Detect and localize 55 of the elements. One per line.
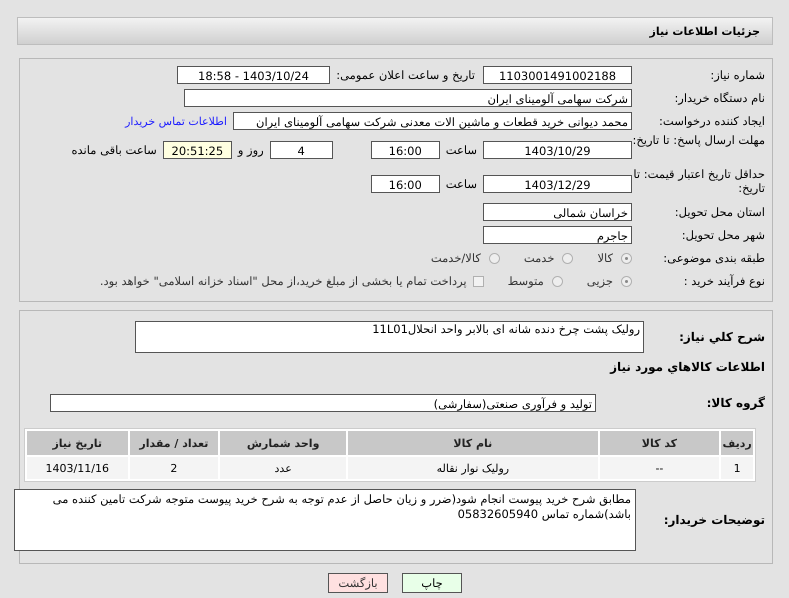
field-label: ایجاد کننده درخواست: [658, 114, 766, 128]
category-radio[interactable]: کالا [597, 251, 632, 265]
buyer-contact-link[interactable]: اطلاعات تماس خریدار [125, 114, 227, 128]
field-label: شهر محل تحویل: [680, 228, 766, 242]
field-label: گروه کالا: [706, 396, 766, 410]
table-cell: 1403/11/16 [27, 457, 128, 479]
page-title: جزئیات اطلاعات نیاز [650, 24, 760, 38]
date-field: 1403/12/29 [483, 174, 632, 192]
days-field: 4 [270, 140, 333, 158]
table-cell: -- [600, 457, 720, 479]
table-cell: عدد [220, 457, 346, 479]
print-button[interactable]: چاپ [402, 573, 462, 593]
announce-date-field: 1403/10/24 - 18:58 [177, 66, 330, 84]
buyer-field: شرکت سهامی آلومینای ایران [184, 89, 632, 107]
days-label: روز و [236, 142, 265, 156]
buyer-notes-field: مطابق شرح خرید پیوست انجام شود(ضرر و زیان حاصل از عدم توجه به شرح خرید پیوست متوجه شرکت تامین کننده می باشد)شماره تماس 05832605940 [14, 489, 636, 551]
field-label: نوع فرآیند خرید : [682, 274, 766, 288]
creator-field: محمد دیوانی خرید قطعات و ماشین الات معدنی شرکت سهامی آلومینای ایران [233, 112, 632, 130]
city-field: جاجرم [483, 226, 632, 244]
column-header: کد کالا [600, 431, 720, 455]
section-title: اطلاعات کالاهاي مورد نياز [608, 359, 766, 376]
time-label: ساعت [444, 176, 478, 190]
field-label: طبقه بندی موضوعی: [662, 251, 766, 265]
time-field: 16:00 [370, 174, 440, 192]
remaining-label: ساعت باقی مانده [70, 142, 158, 156]
table-cell: 1 [721, 457, 753, 479]
field-label: حداقل تاریخ اعتبار قیمت: تا تاریخ: [632, 167, 766, 195]
field-label: مهلت ارسال پاسخ: تا تاریخ: [632, 133, 766, 147]
table-cell: رولیک نوار نقاله [348, 457, 598, 479]
field-label: نام دستگاه خریدار: [673, 91, 766, 105]
need-number-field: 1103001491002188 [483, 66, 632, 84]
field-label: توضیحات خریدار: [662, 513, 766, 527]
process-radio[interactable]: متوسط [508, 274, 563, 288]
description-field: رولیک پشت چرخ دنده شانه ای بالابر واحد انحلال11L01 [135, 321, 644, 353]
time-label: ساعت [444, 142, 478, 156]
column-header: تاریخ نیاز [27, 431, 128, 455]
column-header: ردیف [721, 431, 753, 455]
province-field: خراسان شمالی [483, 203, 632, 221]
category-radio[interactable]: کالا/خدمت [430, 251, 500, 265]
column-header: واحد شمارش [220, 431, 346, 455]
back-button[interactable]: بازگشت [328, 573, 388, 593]
column-header: نام کالا [348, 431, 598, 455]
checkbox[interactable] [472, 276, 484, 286]
column-header: تعداد / مقدار [130, 431, 218, 455]
table-cell: 2 [130, 457, 218, 479]
field-label: شماره نیاز: [709, 68, 766, 82]
category-radio[interactable]: خدمت [524, 251, 574, 265]
field-label: استان محل تحویل: [674, 205, 766, 219]
remaining-time-field: 20:51:25 [162, 140, 232, 158]
time-field: 16:00 [370, 140, 440, 158]
treasury-note: پرداخت تمام یا بخشی از مبلغ خرید،از محل "اسناد خزانه اسلامی" خواهد بود. [100, 274, 467, 288]
date-field: 1403/10/29 [483, 140, 632, 158]
field-label: تاریخ و ساعت اعلان عمومی: [335, 68, 475, 82]
process-radio[interactable]: جزیی [586, 274, 632, 288]
goods-group-field: تولید و فرآوری صنعتی(سفارشی) [50, 394, 596, 412]
